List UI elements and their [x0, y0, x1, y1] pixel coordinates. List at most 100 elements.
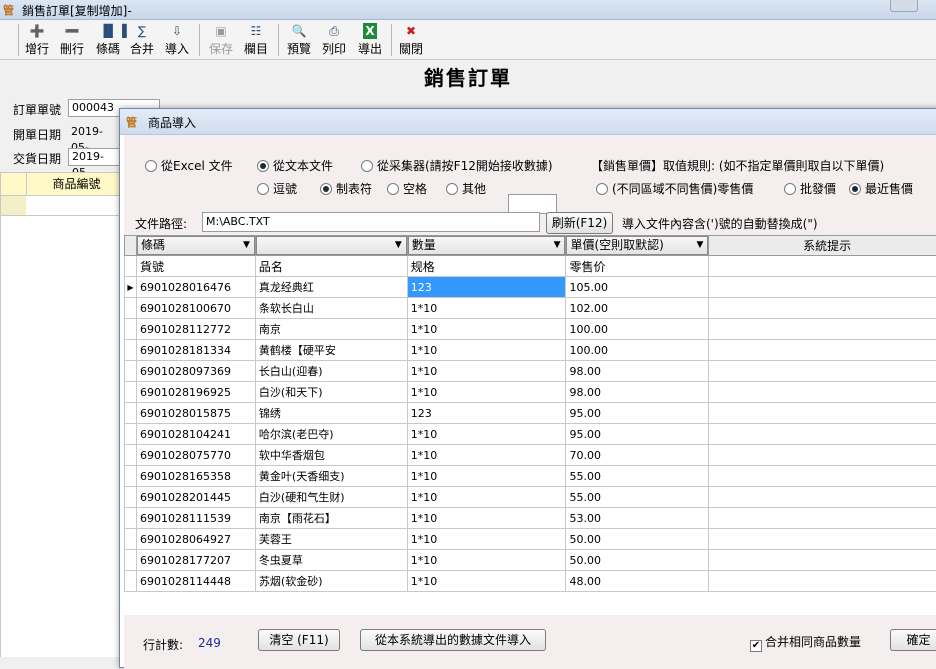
- column-mapping-dropdown[interactable]: 條碼▼: [137, 236, 255, 255]
- table-cell[interactable]: 1*10: [407, 382, 566, 403]
- table-cell[interactable]: 102.00: [566, 298, 709, 319]
- table-cell[interactable]: 48.00: [566, 571, 709, 592]
- table-cell[interactable]: 南京: [255, 319, 407, 340]
- table-cell[interactable]: 1*10: [407, 466, 566, 487]
- table-cell[interactable]: 6901028064927: [136, 529, 255, 550]
- column-mapping-dropdown[interactable]: 單價(空則取默認)▼: [566, 236, 708, 255]
- toolbar-button-print[interactable]: ⎙列印: [322, 23, 346, 59]
- table-cell[interactable]: 100.00: [566, 340, 709, 361]
- table-row[interactable]: 6901028064927芙蓉王1*1050.00: [125, 529, 936, 550]
- table-cell[interactable]: 1*10: [407, 487, 566, 508]
- table-cell[interactable]: 6901028196925: [136, 382, 255, 403]
- refresh-button[interactable]: 刷新(F12): [546, 212, 613, 234]
- toolbar-button-merge[interactable]: ∑合并: [130, 23, 154, 59]
- table-cell[interactable]: 55.00: [566, 487, 709, 508]
- table-row[interactable]: 6901028201445白沙(硬和气生财)1*1055.00: [125, 487, 936, 508]
- table-cell[interactable]: 70.00: [566, 445, 709, 466]
- table-row[interactable]: 6901028114448苏烟(软金砂)1*1048.00: [125, 571, 936, 592]
- price-recent-radio[interactable]: 最近售價: [849, 180, 913, 197]
- table-cell[interactable]: 6901028114448: [136, 571, 255, 592]
- table-cell[interactable]: 软中华香烟包: [255, 445, 407, 466]
- table-cell[interactable]: 冬虫夏草: [255, 550, 407, 571]
- table-row[interactable]: 6901028112772南京1*10100.00: [125, 319, 936, 340]
- table-cell[interactable]: 6901028016476: [136, 277, 255, 298]
- table-cell[interactable]: 6901028177207: [136, 550, 255, 571]
- table-cell[interactable]: 南京【雨花石】: [255, 508, 407, 529]
- table-row[interactable]: 6901028100670条软长白山1*10102.00: [125, 298, 936, 319]
- table-row[interactable]: 貨號品名规格零售价: [125, 256, 936, 277]
- toolbar-button-close[interactable]: ✖關閉: [399, 23, 423, 59]
- table-cell[interactable]: 105.00: [566, 277, 709, 298]
- delimiter-other-radio[interactable]: 其他: [446, 180, 486, 197]
- table-cell[interactable]: 6901028165358: [136, 466, 255, 487]
- table-row[interactable]: 6901028165358黄金叶(天香细支)1*1055.00: [125, 466, 936, 487]
- table-cell[interactable]: 6901028075770: [136, 445, 255, 466]
- table-row[interactable]: 6901028097369长白山(迎春)1*1098.00: [125, 361, 936, 382]
- table-row[interactable]: 6901028075770软中华香烟包1*1070.00: [125, 445, 936, 466]
- table-cell[interactable]: 123: [407, 277, 566, 298]
- table-cell[interactable]: 1*10: [407, 340, 566, 361]
- table-cell[interactable]: 哈尔滨(老巴夺): [255, 424, 407, 445]
- table-row[interactable]: 6901028177207冬虫夏草1*1050.00: [125, 550, 936, 571]
- source-excel-radio[interactable]: 從Excel 文件: [145, 157, 233, 174]
- table-cell[interactable]: 53.00: [566, 508, 709, 529]
- product-code-column-header[interactable]: 商品編號: [26, 173, 126, 195]
- table-cell[interactable]: 6901028015875: [136, 403, 255, 424]
- table-cell[interactable]: 1*10: [407, 571, 566, 592]
- order-grid-row[interactable]: [0, 196, 125, 216]
- table-cell[interactable]: 长白山(迎春): [255, 361, 407, 382]
- table-cell[interactable]: 1*10: [407, 298, 566, 319]
- table-cell[interactable]: 黄金叶(天香细支): [255, 466, 407, 487]
- toolbar-button-columns[interactable]: ☷欄目: [244, 23, 268, 59]
- table-cell[interactable]: 98.00: [566, 361, 709, 382]
- delivery-date-field[interactable]: 2019-05-: [68, 148, 120, 166]
- delimiter-comma-radio[interactable]: 逗號: [257, 180, 297, 197]
- toolbar-button-excel-export[interactable]: X導出: [358, 23, 382, 59]
- table-cell[interactable]: 123: [407, 403, 566, 424]
- column-mapping-dropdown[interactable]: ▼: [256, 236, 407, 255]
- table-cell[interactable]: 零售价: [566, 256, 709, 277]
- table-cell[interactable]: 98.00: [566, 382, 709, 403]
- table-cell[interactable]: 品名: [255, 256, 407, 277]
- table-row[interactable]: 6901028181334黄鹤楼【硬平安1*10100.00: [125, 340, 936, 361]
- delimiter-space-radio[interactable]: 空格: [387, 180, 427, 197]
- table-row[interactable]: 6901028015875锦绣12395.00: [125, 403, 936, 424]
- confirm-button[interactable]: 確定: [890, 629, 936, 651]
- table-cell[interactable]: 1*10: [407, 319, 566, 340]
- price-retail-radio[interactable]: (不同區域不同售價)零售價: [596, 180, 753, 197]
- table-row[interactable]: ▶6901028016476真龙经典红123105.00: [125, 277, 936, 298]
- table-cell[interactable]: 白沙(硬和气生财): [255, 487, 407, 508]
- toolbar-button-add-row[interactable]: ➕增行: [25, 23, 49, 59]
- table-cell[interactable]: 95.00: [566, 403, 709, 424]
- toolbar-button-save[interactable]: ▣保存: [209, 23, 233, 59]
- table-cell[interactable]: 6901028111539: [136, 508, 255, 529]
- table-cell[interactable]: 1*10: [407, 529, 566, 550]
- table-row[interactable]: 6901028196925白沙(和天下)1*1098.00: [125, 382, 936, 403]
- table-cell[interactable]: 50.00: [566, 550, 709, 571]
- table-cell[interactable]: 1*10: [407, 424, 566, 445]
- file-path-input[interactable]: M:\ABC.TXT: [202, 212, 540, 232]
- table-cell[interactable]: 黄鹤楼【硬平安: [255, 340, 407, 361]
- toolbar-button-barcode[interactable]: ▐▌▐條碼: [96, 23, 120, 59]
- toolbar-button-import[interactable]: ⇩導入: [165, 23, 189, 59]
- column-mapping-dropdown[interactable]: 數量▼: [408, 236, 566, 255]
- table-cell[interactable]: 6901028097369: [136, 361, 255, 382]
- toolbar-button-preview[interactable]: 🔍預覽: [287, 23, 311, 59]
- table-cell[interactable]: 白沙(和天下): [255, 382, 407, 403]
- minimize-button[interactable]: [890, 0, 918, 12]
- table-cell[interactable]: 1*10: [407, 508, 566, 529]
- table-cell[interactable]: 6901028181334: [136, 340, 255, 361]
- clear-button[interactable]: 清空 (F11): [258, 629, 340, 651]
- table-row[interactable]: 6901028111539南京【雨花石】1*1053.00: [125, 508, 936, 529]
- table-cell[interactable]: 真龙经典红: [255, 277, 407, 298]
- table-cell[interactable]: 锦绣: [255, 403, 407, 424]
- table-cell[interactable]: 貨號: [136, 256, 255, 277]
- table-row[interactable]: 6901028104241哈尔滨(老巴夺)1*1095.00: [125, 424, 936, 445]
- source-text-file-radio[interactable]: 從文本文件: [257, 157, 333, 174]
- table-cell[interactable]: 规格: [407, 256, 566, 277]
- table-cell[interactable]: 6901028112772: [136, 319, 255, 340]
- import-system-file-button[interactable]: 從本系統導出的數據文件導入: [360, 629, 546, 651]
- merge-same-products-checkbox[interactable]: ✔合并相同商品數量: [750, 633, 861, 652]
- table-cell[interactable]: 50.00: [566, 529, 709, 550]
- table-cell[interactable]: 1*10: [407, 550, 566, 571]
